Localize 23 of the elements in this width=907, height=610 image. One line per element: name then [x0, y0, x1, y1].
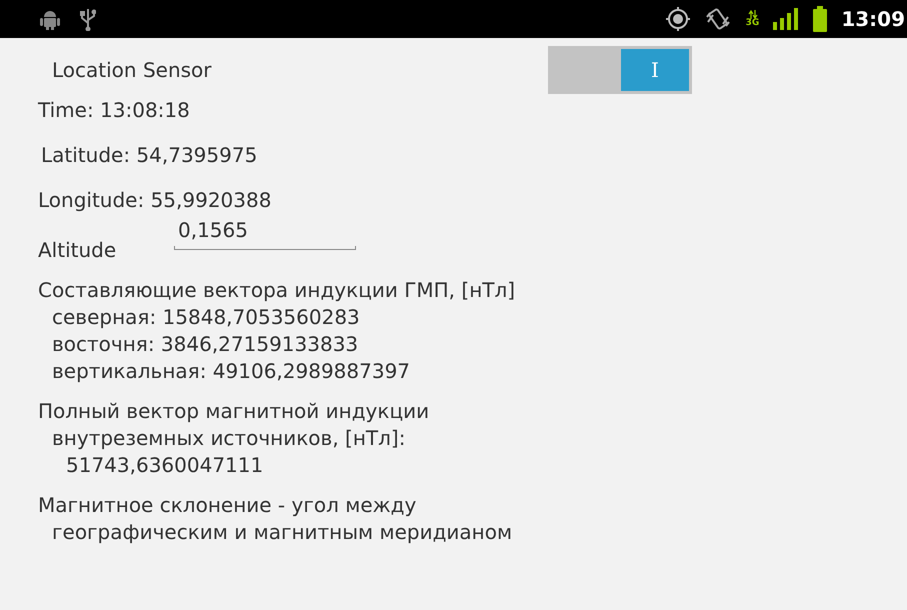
value-line: восточня: 3846,27159133833	[51, 332, 360, 356]
toggle-knob[interactable]: I	[621, 49, 689, 91]
value-line: 51743,6360047111	[65, 453, 264, 477]
android-icon	[40, 8, 60, 30]
toggle-switch[interactable]: I	[548, 46, 692, 94]
section-heading: Составляющие вектора индукции ГМП, [нТл]	[38, 278, 516, 302]
value-line: вертикальная: 49106,2989887397	[51, 359, 412, 383]
clock-time: 13:09	[841, 7, 906, 31]
reading-text: Longitude: 55,9920388	[38, 188, 272, 212]
app-title: Location Sensor	[51, 57, 213, 82]
section-heading: Полный вектор магнитной индукции	[38, 399, 430, 423]
battery-icon	[813, 6, 828, 32]
value-line: географическим и магнитным меридианом	[51, 520, 514, 544]
signal-icon	[773, 8, 800, 30]
gps-icon	[666, 7, 690, 31]
reading-text: Time: 13:08:18	[38, 98, 191, 122]
section-heading: Магнитное склонение - угол между	[38, 493, 418, 517]
vibrate-icon	[704, 7, 732, 31]
usb-icon	[80, 7, 96, 31]
altitude-label: Altitude	[38, 238, 118, 262]
value-line: северная: 15848,7053560283	[51, 305, 361, 329]
reading-text: Latitude: 54,7395975	[41, 143, 258, 167]
value-line: внутреземных источников, [нТл]:	[51, 426, 406, 450]
